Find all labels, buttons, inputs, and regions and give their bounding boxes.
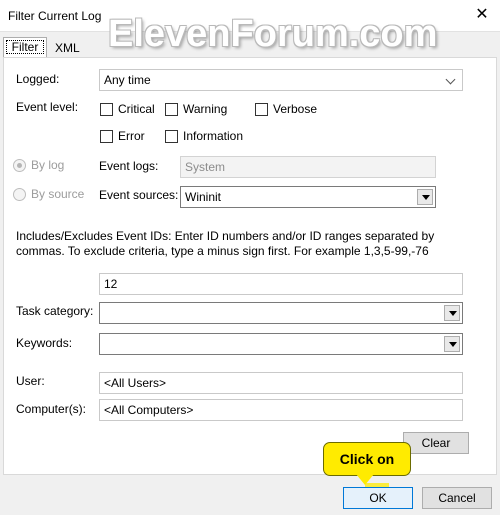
event-logs-label: Event logs:	[99, 159, 159, 173]
task-category-dropdown[interactable]	[99, 302, 463, 324]
clear-button[interactable]: Clear	[403, 432, 469, 454]
event-logs-value: System	[185, 160, 226, 174]
click-on-callout: Click on	[323, 442, 411, 476]
by-source-radio[interactable]	[13, 188, 26, 201]
tab-filter[interactable]: Filter	[3, 37, 47, 57]
logged-value: Any time	[104, 73, 151, 87]
by-log-label: By log	[31, 158, 65, 172]
critical-checkbox[interactable]	[100, 103, 113, 116]
tab-xml[interactable]: XML	[49, 39, 89, 59]
warning-label: Warning	[183, 102, 228, 116]
window-title: Filter Current Log	[8, 9, 102, 23]
computers-value: <All Computers>	[104, 403, 194, 417]
warning-checkbox[interactable]	[165, 103, 178, 116]
event-sources-label: Event sources:	[99, 188, 179, 202]
filter-panel: Logged: Any time Event level: Critical W…	[3, 57, 497, 475]
event-sources-dropdown[interactable]: Wininit	[180, 186, 436, 208]
keywords-dropdown[interactable]	[99, 333, 463, 355]
event-level-label: Event level:	[16, 100, 79, 114]
chevron-down-icon	[447, 73, 454, 83]
dropdown-arrow-icon[interactable]	[444, 305, 460, 321]
user-label: User:	[16, 374, 45, 388]
event-ids-input[interactable]: 12	[99, 273, 463, 295]
keywords-label: Keywords:	[16, 336, 73, 350]
cancel-button[interactable]: Cancel	[422, 487, 492, 509]
callout-pointer	[356, 474, 374, 485]
dropdown-arrow-icon[interactable]	[417, 189, 433, 205]
verbose-checkbox[interactable]	[255, 103, 268, 116]
event-ids-value: 12	[104, 277, 118, 291]
event-logs-dropdown[interactable]: System	[180, 156, 436, 178]
user-input[interactable]: <All Users>	[99, 372, 463, 394]
by-log-radio[interactable]	[13, 159, 26, 172]
event-sources-value: Wininit	[185, 190, 222, 204]
logged-dropdown[interactable]: Any time	[99, 69, 463, 91]
computers-label: Computer(s):	[16, 402, 87, 416]
error-label: Error	[118, 129, 145, 143]
computers-input[interactable]: <All Computers>	[99, 399, 463, 421]
information-checkbox[interactable]	[165, 130, 178, 143]
verbose-label: Verbose	[273, 102, 318, 116]
logged-label: Logged:	[16, 72, 60, 86]
error-checkbox[interactable]	[100, 130, 113, 143]
by-source-label: By source	[31, 187, 85, 201]
information-label: Information	[183, 129, 244, 143]
task-category-label: Task category:	[16, 304, 94, 318]
title-bar: Filter Current Log ✕	[0, 0, 500, 32]
dropdown-arrow-icon[interactable]	[444, 336, 460, 352]
ok-button[interactable]: OK	[343, 487, 413, 509]
critical-label: Critical	[118, 102, 155, 116]
close-icon[interactable]: ✕	[470, 3, 494, 27]
event-ids-description: Includes/Excludes Event IDs: Enter ID nu…	[16, 229, 435, 258]
user-value: <All Users>	[104, 376, 167, 390]
